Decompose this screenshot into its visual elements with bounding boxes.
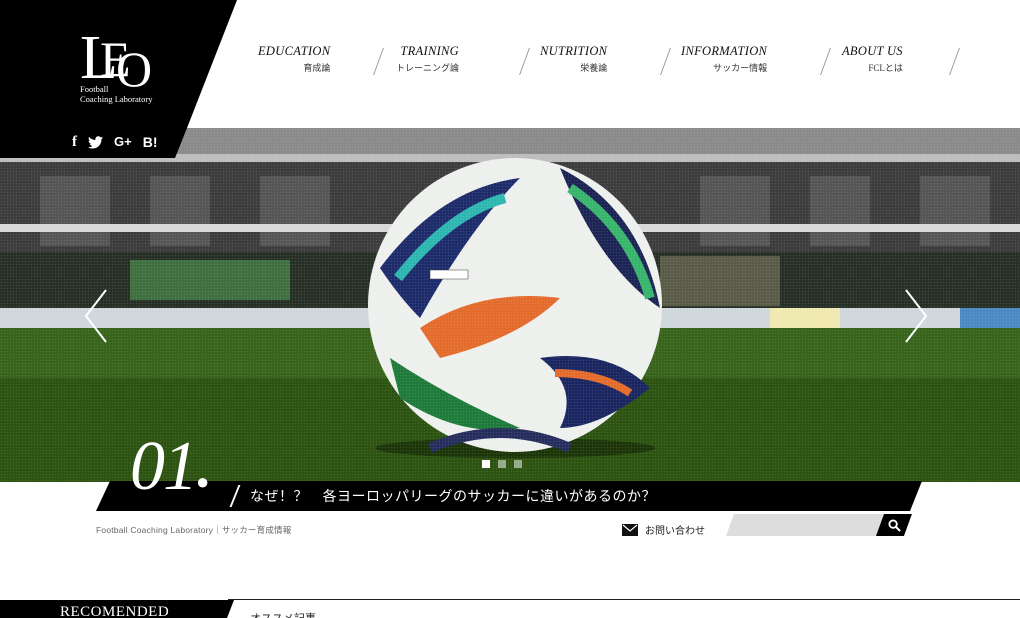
- slide-number: 01●: [130, 432, 209, 517]
- slide-caption[interactable]: なぜ！？ 各ヨーロッパリーグのサッカーに違いがあるのか？: [250, 486, 656, 506]
- logo-line-1: Football: [80, 84, 109, 94]
- search-button[interactable]: [876, 514, 912, 536]
- fcl-logo[interactable]: L E O: [78, 20, 158, 90]
- breadcrumb: Football Coaching Laboratory｜サッカー育成情報: [96, 525, 292, 535]
- nav-item-about-us[interactable]: ABOUT US FCLとは: [842, 44, 903, 74]
- logo-text: Football Coaching Laboratory: [80, 84, 152, 104]
- logo-line-2: Coaching Laboratory: [80, 94, 153, 104]
- nav-item-information[interactable]: INFORMATION サッカー情報: [681, 44, 767, 74]
- section-divider: [228, 599, 1020, 600]
- search-icon: [887, 518, 901, 532]
- nav-label-en: INFORMATION: [681, 44, 768, 58]
- slide-number-dot: ●: [196, 469, 209, 494]
- slide-number-value: 01: [130, 428, 198, 505]
- twitter-icon[interactable]: [88, 135, 103, 149]
- nav-item-nutrition[interactable]: NUTRITION 栄養論: [540, 44, 607, 74]
- svg-text:O: O: [116, 41, 152, 90]
- pager-dot[interactable]: [498, 460, 506, 468]
- nav-label-jp: FCLとは: [868, 63, 903, 73]
- google-plus-icon[interactable]: G+: [114, 134, 132, 150]
- slider-next-arrow-icon[interactable]: [904, 288, 928, 344]
- slider-pager: [482, 460, 522, 468]
- search-box: [726, 514, 912, 536]
- facebook-icon[interactable]: f: [72, 134, 77, 150]
- nav-label-jp: 育成論: [303, 63, 331, 73]
- nav-label-en: EDUCATION: [258, 44, 331, 58]
- nav-label-en: TRAINING: [400, 44, 460, 58]
- recommended-heading-jp: オススメ記事: [250, 610, 316, 618]
- nav-item-education[interactable]: EDUCATION 育成論: [258, 44, 330, 74]
- nav-label-en: ABOUT US: [842, 44, 903, 58]
- contact-label: お問い合わせ: [645, 526, 705, 537]
- recommended-tab: RECOMENDED: [0, 600, 234, 618]
- nav-divider: [519, 48, 530, 75]
- recommended-label: RECOMENDED: [60, 604, 170, 618]
- nav-divider: [949, 48, 960, 75]
- nav-divider: [373, 48, 384, 75]
- pager-dot[interactable]: [514, 460, 522, 468]
- mail-icon: [622, 523, 638, 536]
- contact-link[interactable]: お問い合わせ: [622, 522, 705, 537]
- nav-label-en: NUTRITION: [540, 44, 608, 58]
- nav-divider: [820, 48, 831, 75]
- hatena-bookmark-icon[interactable]: B!: [143, 134, 158, 150]
- nav-item-training[interactable]: TRAINING トレーニング論: [396, 44, 459, 74]
- nav-divider: [660, 48, 671, 75]
- nav-label-jp: サッカー情報: [713, 63, 768, 73]
- search-input[interactable]: [738, 514, 878, 536]
- slider-prev-arrow-icon[interactable]: [84, 288, 108, 344]
- nav-label-jp: トレーニング論: [396, 63, 460, 73]
- nav-label-jp: 栄養論: [580, 63, 608, 73]
- pager-dot[interactable]: [482, 460, 490, 468]
- social-bar: f G+ B!: [72, 134, 158, 150]
